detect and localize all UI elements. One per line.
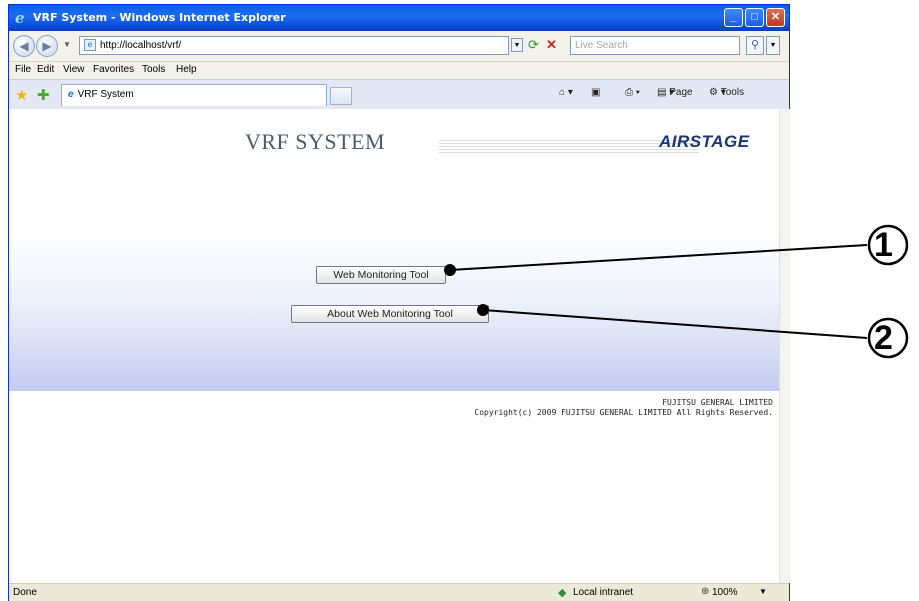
address-dropdown-button[interactable]: ▼	[511, 38, 523, 52]
page-title: VRF SYSTEM	[245, 129, 386, 154]
maximize-button[interactable]: □	[745, 8, 764, 27]
page-icon: e	[84, 39, 96, 51]
favorites-star-icon[interactable]: ★	[15, 86, 28, 104]
close-button[interactable]: ✕	[766, 8, 785, 27]
url-text: http://localhost/vrf/	[100, 40, 182, 51]
forward-arrow-icon: ▶	[42, 39, 52, 53]
intranet-zone-icon: ◆	[558, 587, 567, 599]
tools-menu-button[interactable]: ⚙ Tools ▾	[709, 87, 744, 98]
recent-pages-dropdown-icon[interactable]: ▼	[63, 40, 71, 49]
tab-label: VRF System	[77, 89, 134, 100]
callout-number-2: 2	[874, 319, 893, 357]
search-icon[interactable]: ⚲	[746, 36, 764, 55]
address-input[interactable]: e http://localhost/vrf/	[79, 36, 509, 55]
back-arrow-icon: ◀	[19, 39, 29, 53]
home-icon[interactable]: ⌂ ▾	[559, 87, 573, 98]
search-options-dropdown[interactable]: ▼	[766, 36, 780, 55]
about-web-monitoring-tool-button[interactable]: About Web Monitoring Tool	[291, 305, 489, 323]
copyright-block: FUJITSU GENERAL LIMITED Copyright(c) 200…	[474, 398, 773, 418]
company-name: FUJITSU GENERAL LIMITED	[662, 398, 773, 407]
window-title: VRF System - Windows Internet Explorer	[33, 11, 286, 24]
zoom-dropdown-icon[interactable]: ▼	[759, 587, 767, 596]
print-icon[interactable]: ⎙ ▾	[625, 87, 640, 98]
search-input[interactable]: Live Search	[570, 36, 740, 55]
minimize-button[interactable]: _	[724, 8, 743, 27]
copyright-text: Copyright(c) 2009 FUJITSU GENERAL LIMITE…	[474, 408, 773, 417]
refresh-icon[interactable]: ⟳	[528, 37, 544, 53]
status-bar: Done ◆ Local intranet ⊕ 100% ▼	[9, 583, 789, 601]
feeds-icon[interactable]: ▣	[591, 87, 600, 98]
airstage-logo: AIRSTAGE	[659, 132, 750, 151]
menu-favorites[interactable]: Favorites	[93, 64, 134, 75]
tab-bar: ★ ✚ e VRF System ⌂ ▾ ▣ ⎙ ▾ ▤ Page ▾ ⚙ Too…	[9, 79, 789, 111]
tools-menu-label: Tools	[720, 87, 745, 98]
security-zone-label: Local intranet	[573, 587, 634, 598]
new-tab-button[interactable]	[330, 87, 352, 105]
vertical-scrollbar[interactable]	[779, 109, 790, 583]
address-bar: ◀ ▶ ▼ e http://localhost/vrf/ ▼ ⟳ ✕ Live …	[9, 31, 789, 61]
browser-window: e VRF System - Windows Internet Explorer…	[8, 4, 790, 601]
tab-vrf-system[interactable]: e VRF System	[61, 84, 327, 106]
menu-edit[interactable]: Edit	[37, 64, 54, 75]
status-text: Done	[13, 587, 37, 598]
back-button[interactable]: ◀	[13, 35, 35, 57]
forward-button[interactable]: ▶	[36, 35, 58, 57]
ie-logo-icon: e	[15, 9, 25, 27]
ie-page-icon: e	[68, 89, 74, 100]
add-favorite-icon[interactable]: ✚	[37, 86, 50, 104]
callout-number-1: 1	[874, 226, 893, 264]
menu-file[interactable]: File	[15, 64, 31, 75]
menu-help[interactable]: Help	[176, 64, 197, 75]
page-content: VRF SYSTEM AIRSTAGE Web Monitoring Tool …	[9, 109, 779, 583]
page-menu-button[interactable]: ▤ Page ▾	[657, 87, 693, 98]
menu-tools[interactable]: Tools	[142, 64, 165, 75]
menu-bar: File Edit View Favorites Tools Help	[9, 61, 789, 80]
zoom-level[interactable]: 100%	[712, 587, 738, 598]
menu-view[interactable]: View	[63, 64, 85, 75]
web-monitoring-tool-button[interactable]: Web Monitoring Tool	[316, 266, 446, 284]
page-menu-label: Page	[669, 87, 693, 98]
stop-icon[interactable]: ✕	[546, 37, 562, 53]
zoom-icon[interactable]: ⊕	[701, 586, 709, 597]
title-bar: e VRF System - Windows Internet Explorer…	[9, 5, 789, 31]
